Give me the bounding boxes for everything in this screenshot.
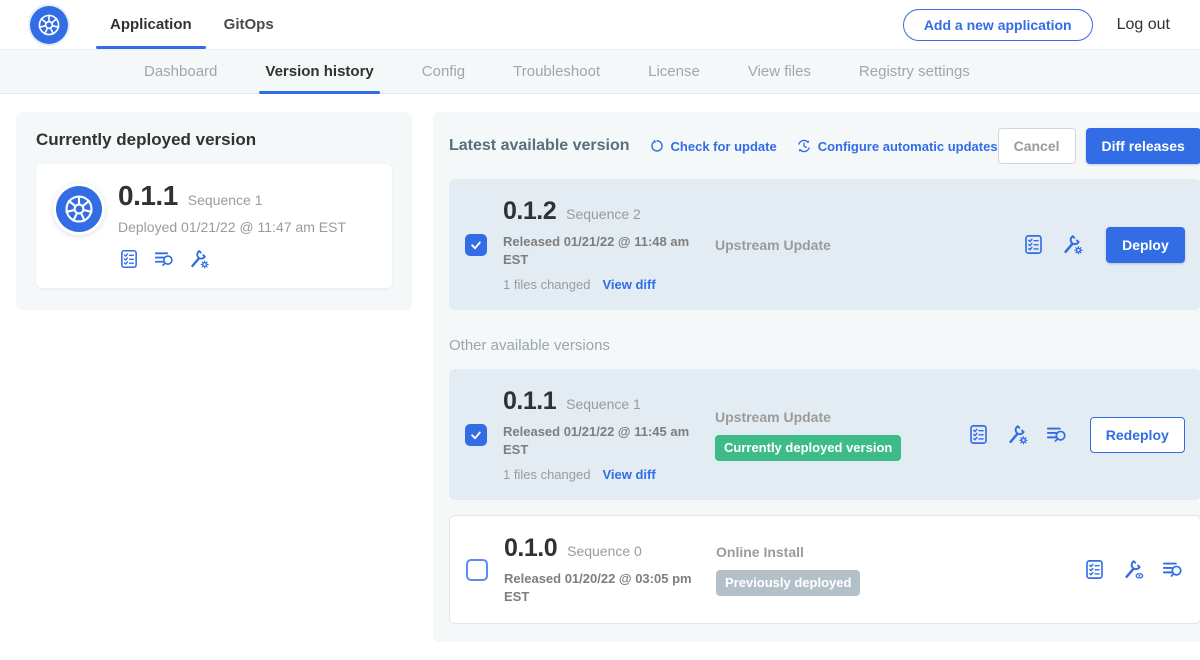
edit-config-icon[interactable] (1061, 233, 1084, 256)
version-sequence: Sequence 0 (567, 543, 642, 559)
version-number: 0.1.2 (503, 197, 556, 226)
version-checkbox-0-1-2[interactable] (465, 234, 487, 256)
released-timestamp: Released 01/21/22 @ 11:48 am EST (503, 233, 695, 268)
tab-application[interactable]: Application (94, 0, 208, 49)
redeploy-button[interactable]: Redeploy (1090, 417, 1185, 453)
refresh-icon (649, 138, 665, 154)
schedule-update-icon (796, 138, 812, 154)
version-checkbox-0-1-1[interactable] (465, 424, 487, 446)
version-number: 0.1.0 (504, 534, 557, 563)
diff-releases-button[interactable]: Diff releases (1086, 128, 1200, 164)
row-actions: Deploy (1022, 227, 1185, 263)
released-timestamp: Released 01/21/22 @ 11:45 am EST (503, 423, 695, 458)
view-diff-link[interactable]: View diff (602, 467, 655, 482)
version-source-label: Upstream Update (715, 409, 950, 425)
version-source-label: Online Install (716, 544, 951, 560)
deployed-icon-row (118, 248, 346, 270)
row-actions (1083, 558, 1184, 581)
subnav-tab-view-files[interactable]: View files (724, 50, 835, 93)
header-nav: Application GitOps (94, 0, 290, 49)
deployed-version-card: 0.1.1 Sequence 1 Deployed 01/21/22 @ 11:… (36, 164, 392, 288)
version-row-0-1-0: 0.1.0 Sequence 0 Released 01/20/22 @ 03:… (449, 515, 1200, 624)
check-for-update-link[interactable]: Check for update (649, 138, 777, 154)
app-subnav: Dashboard Version history Config Trouble… (0, 50, 1200, 94)
version-meta: Upstream Update Currently deployed versi… (715, 409, 950, 461)
check-for-update-label: Check for update (671, 139, 777, 154)
header-right: Add a new application Log out (903, 9, 1170, 41)
version-sequence: Sequence 2 (566, 206, 641, 222)
version-row-0-1-1: 0.1.1 Sequence 1 Released 01/21/22 @ 11:… (449, 369, 1200, 500)
tab-application-label: Application (110, 16, 192, 33)
subnav-tab-view-files-label: View files (748, 63, 811, 80)
preflight-results-icon[interactable] (1161, 558, 1184, 581)
version-info: 0.1.1 Sequence 1 Released 01/21/22 @ 11:… (503, 387, 711, 482)
available-versions-panel: Latest available version Check for updat… (433, 112, 1200, 642)
subnav-tab-registry-settings[interactable]: Registry settings (835, 50, 994, 93)
configure-automatic-updates-link[interactable]: Configure automatic updates (796, 138, 998, 154)
currently-deployed-badge: Currently deployed version (715, 435, 901, 461)
preflight-results-icon[interactable] (153, 248, 175, 270)
deployed-version-sequence: Sequence 1 (188, 192, 263, 208)
version-info: 0.1.2 Sequence 2 Released 01/21/22 @ 11:… (503, 197, 711, 292)
release-notes-icon[interactable] (1022, 233, 1045, 256)
view-diff-link[interactable]: View diff (602, 277, 655, 292)
subnav-tab-dashboard[interactable]: Dashboard (120, 50, 241, 93)
deployed-timestamp: Deployed 01/21/22 @ 11:47 am EST (118, 219, 346, 235)
tab-gitops[interactable]: GitOps (208, 0, 290, 49)
currently-deployed-card: Currently deployed version 0.1.1 Sequenc… (16, 112, 412, 310)
tab-gitops-label: GitOps (224, 16, 274, 33)
version-number: 0.1.1 (503, 387, 556, 416)
configure-automatic-updates-label: Configure automatic updates (818, 139, 998, 154)
deployed-version-details: 0.1.1 Sequence 1 Deployed 01/21/22 @ 11:… (118, 180, 346, 270)
release-notes-icon[interactable] (967, 423, 990, 446)
main-content: Currently deployed version 0.1.1 Sequenc… (0, 94, 1200, 660)
add-application-button[interactable]: Add a new application (903, 9, 1093, 41)
version-row-0-1-2: 0.1.2 Sequence 2 Released 01/21/22 @ 11:… (449, 179, 1200, 310)
version-source-label: Upstream Update (715, 237, 950, 253)
subnav-tab-config-label: Config (422, 63, 465, 80)
previously-deployed-badge: Previously deployed (716, 570, 860, 596)
subnav-tab-license-label: License (648, 63, 700, 80)
panel-actions: Cancel Diff releases (998, 128, 1200, 164)
version-checkbox-0-1-0[interactable] (466, 559, 488, 581)
version-meta: Online Install Previously deployed (716, 544, 951, 596)
kubernetes-logo-icon[interactable] (30, 6, 68, 44)
logout-link[interactable]: Log out (1117, 16, 1170, 34)
files-changed-label: 1 files changed (503, 467, 590, 482)
version-sequence: Sequence 1 (566, 396, 641, 412)
checkmark-icon (469, 238, 483, 252)
subnav-tab-license[interactable]: License (624, 50, 724, 93)
deploy-button[interactable]: Deploy (1106, 227, 1185, 263)
row-actions: Redeploy (967, 417, 1185, 453)
version-meta: Upstream Update (715, 237, 950, 253)
deployed-version-number: 0.1.1 (118, 180, 178, 212)
subnav-tab-troubleshoot-label: Troubleshoot (513, 63, 600, 80)
preflight-results-icon[interactable] (1045, 423, 1068, 446)
subnav-tab-config[interactable]: Config (398, 50, 489, 93)
subnav-tab-registry-settings-label: Registry settings (859, 63, 970, 80)
released-timestamp: Released 01/20/22 @ 03:05 pm EST (504, 570, 696, 605)
edit-config-icon[interactable] (188, 248, 210, 270)
edit-config-icon[interactable] (1006, 423, 1029, 446)
deployed-card-title: Currently deployed version (36, 130, 392, 150)
subnav-tab-troubleshoot[interactable]: Troubleshoot (489, 50, 624, 93)
checkmark-icon (469, 428, 483, 442)
other-available-versions-label: Other available versions (449, 337, 1200, 354)
latest-available-title: Latest available version (449, 137, 630, 155)
cancel-button[interactable]: Cancel (998, 128, 1076, 164)
subnav-tab-version-history-label: Version history (265, 63, 373, 80)
app-kubernetes-avatar-icon (56, 186, 102, 232)
release-notes-icon[interactable] (118, 248, 140, 270)
view-config-icon[interactable] (1122, 558, 1145, 581)
release-notes-icon[interactable] (1083, 558, 1106, 581)
files-changed-label: 1 files changed (503, 277, 590, 292)
app-header: Application GitOps Add a new application… (0, 0, 1200, 50)
subnav-tab-version-history[interactable]: Version history (241, 50, 397, 93)
available-panel-header: Latest available version Check for updat… (449, 128, 1200, 164)
version-info: 0.1.0 Sequence 0 Released 01/20/22 @ 03:… (504, 534, 712, 605)
subnav-tab-dashboard-label: Dashboard (144, 63, 217, 80)
